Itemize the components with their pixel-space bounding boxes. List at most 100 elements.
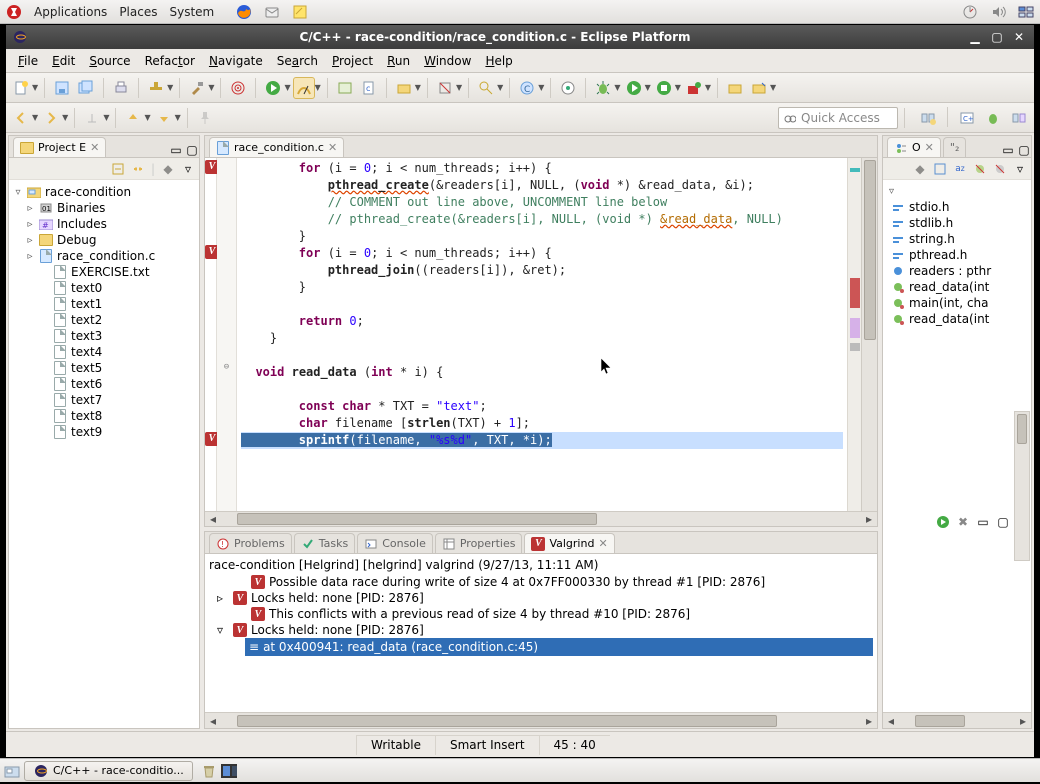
bottom-tab-tasks[interactable]: Tasks	[294, 533, 355, 553]
make-target-tab[interactable]: "₂	[943, 137, 966, 157]
tree-file[interactable]: text4	[11, 344, 197, 360]
forward-button[interactable]	[40, 107, 62, 129]
open-type-button[interactable]: C	[516, 77, 538, 99]
save-button[interactable]	[51, 77, 73, 99]
valgrind-hscroll[interactable]: ◂ ▸	[205, 712, 877, 728]
outline-item[interactable]: string.h	[889, 231, 1029, 247]
window-titlebar[interactable]: C/C++ - race-condition/race_condition.c …	[6, 25, 1034, 49]
project-explorer-tab[interactable]: Project E ✕	[13, 137, 106, 157]
prev-annotation-button[interactable]	[122, 107, 144, 129]
menu-search[interactable]: Search	[271, 52, 324, 70]
tree-file[interactable]: EXERCISE.txt	[11, 264, 197, 280]
nav-source-button[interactable]	[748, 77, 770, 99]
menu-window[interactable]: Window	[418, 52, 477, 70]
focus-icon[interactable]: ◆	[913, 162, 927, 176]
tree-debug[interactable]: ▹Debug	[11, 232, 197, 248]
tree-file[interactable]: text6	[11, 376, 197, 392]
focus-icon[interactable]: ◆	[161, 162, 175, 176]
maximize-view-icon[interactable]: ▢	[1017, 143, 1031, 157]
valgrind-selected-row[interactable]: ≡ at 0x400941: read_data (race_condition…	[245, 638, 873, 656]
search-button[interactable]	[475, 77, 497, 99]
hide-static-icon[interactable]	[993, 162, 1007, 176]
profile-button[interactable]	[293, 77, 315, 99]
editor-tab[interactable]: race_condition.c ✕	[209, 137, 344, 157]
maximize-view-icon[interactable]: ▢	[996, 515, 1010, 529]
perspective-resource[interactable]	[1008, 107, 1030, 129]
tree-file[interactable]: text8	[11, 408, 197, 424]
link-editor-icon[interactable]	[131, 162, 145, 176]
show-desktop-icon[interactable]	[4, 763, 20, 779]
notes-icon[interactable]	[292, 4, 308, 20]
hide-fields-icon[interactable]	[973, 162, 987, 176]
tree-source[interactable]: ▹race_condition.c	[11, 248, 197, 264]
outline-item[interactable]: stdio.h	[889, 199, 1029, 215]
minimize-button[interactable]: ▁	[966, 29, 984, 45]
menu-navigate[interactable]: Navigate	[203, 52, 269, 70]
close-icon[interactable]: ✕	[598, 537, 607, 550]
maximize-view-icon[interactable]: ▢	[185, 143, 199, 157]
new-folder-button[interactable]	[393, 77, 415, 99]
menu-project[interactable]: Project	[326, 52, 379, 70]
gnome-menu-applications[interactable]: Applications	[34, 5, 107, 19]
menu-source[interactable]: Source	[83, 52, 136, 70]
cpu-monitor-icon[interactable]	[962, 4, 978, 20]
open-task-button[interactable]	[557, 77, 579, 99]
trash-icon[interactable]	[201, 763, 217, 779]
tree-includes[interactable]: ▹#Includes	[11, 216, 197, 232]
outline-item[interactable]: readers : pthr	[889, 263, 1029, 279]
run-valgrind-icon[interactable]	[936, 515, 950, 529]
editor-hscroll[interactable]: ◂ ▸	[205, 511, 877, 526]
new-source-button[interactable]: c	[358, 77, 380, 99]
close-icon[interactable]: ✕	[328, 141, 337, 154]
valgrind-vscroll[interactable]	[1014, 411, 1030, 561]
collapse-all-icon[interactable]	[111, 162, 125, 176]
tree-file[interactable]: text5	[11, 360, 197, 376]
debug-button[interactable]	[592, 77, 614, 99]
workspace-pager-icon[interactable]	[221, 763, 237, 779]
remove-icon[interactable]: ✖	[956, 515, 970, 529]
tree-file[interactable]: text7	[11, 392, 197, 408]
workspace-switcher-icon[interactable]	[1018, 4, 1034, 20]
close-icon[interactable]: ✕	[90, 141, 99, 154]
tree-file[interactable]: text0	[11, 280, 197, 296]
menu-file[interactable]: File	[12, 52, 44, 70]
menu-run[interactable]: Run	[381, 52, 416, 70]
hammer-button[interactable]	[186, 77, 208, 99]
perspective-cpp[interactable]: C+	[956, 107, 978, 129]
back-button[interactable]	[10, 107, 32, 129]
overview-ruler[interactable]	[847, 158, 861, 511]
close-icon[interactable]: ✕	[925, 141, 934, 154]
tree-file[interactable]: text1	[11, 296, 197, 312]
minimize-view-icon[interactable]: ▭	[976, 515, 990, 529]
minimize-view-icon[interactable]: ▭	[169, 143, 183, 157]
editor-vscroll[interactable]	[861, 158, 877, 511]
bottom-tab-valgrind[interactable]: VValgrind✕	[524, 533, 614, 553]
mail-icon[interactable]	[264, 4, 280, 20]
gnome-menu-places[interactable]: Places	[119, 5, 157, 19]
close-button[interactable]: ✕	[1010, 29, 1028, 45]
valgrind-row[interactable]: ▹VLocks held: none [PID: 2876]	[209, 590, 873, 606]
source-editor[interactable]: VVV ⊖ for (i = 0; i < num_threads; i++) …	[205, 158, 877, 511]
new-button[interactable]	[10, 77, 32, 99]
menu-edit[interactable]: Edit	[46, 52, 81, 70]
volume-icon[interactable]	[990, 4, 1006, 20]
last-edit-button[interactable]	[81, 107, 103, 129]
bottom-tab-properties[interactable]: Properties	[435, 533, 523, 553]
az-icon[interactable]: az	[953, 162, 967, 176]
run2-button[interactable]	[623, 77, 645, 99]
tree-file[interactable]: text2	[11, 312, 197, 328]
firefox-icon[interactable]	[236, 4, 252, 20]
outline-item[interactable]: main(int, cha	[889, 295, 1029, 311]
quick-access[interactable]: Quick Access	[778, 107, 898, 129]
valgrind-row[interactable]: ▿VLocks held: none [PID: 2876]	[209, 622, 873, 638]
outline-tab[interactable]: O ✕	[887, 137, 941, 157]
project-root[interactable]: ▿race-condition	[11, 184, 197, 200]
tree-file[interactable]: text9	[11, 424, 197, 440]
debug-config-button[interactable]	[434, 77, 456, 99]
new-class-button[interactable]	[334, 77, 356, 99]
minimize-view-icon[interactable]: ▭	[1001, 143, 1015, 157]
view-menu-icon[interactable]: ▿	[1013, 162, 1027, 176]
taskbar-item[interactable]: C/C++ - race-conditio...	[24, 761, 193, 781]
build-button[interactable]	[145, 77, 167, 99]
open-perspective-button[interactable]	[917, 107, 939, 129]
